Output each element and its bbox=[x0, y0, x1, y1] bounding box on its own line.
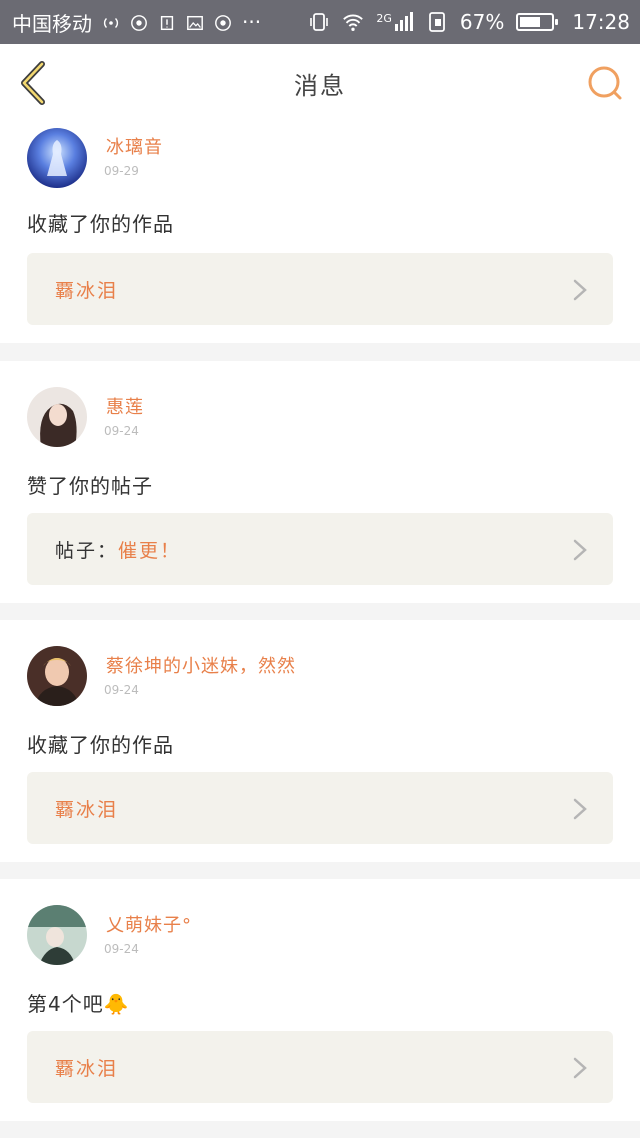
carrier-label: 中国移动 bbox=[12, 11, 92, 36]
more-notifications: ··· bbox=[242, 10, 262, 34]
chevron-left-icon bbox=[21, 61, 45, 105]
image-icon bbox=[186, 13, 204, 31]
vibrate-icon bbox=[308, 11, 330, 33]
referenced-item[interactable]: 覉冰泪 bbox=[27, 1031, 613, 1103]
username[interactable]: 乂萌妹子° bbox=[106, 911, 192, 937]
avatar[interactable] bbox=[27, 387, 87, 447]
sim-icon bbox=[426, 11, 448, 33]
battery-icon bbox=[516, 13, 559, 31]
ref-title: 覉冰泪 bbox=[55, 279, 119, 302]
referenced-item[interactable]: 帖子： 催更！ bbox=[27, 513, 613, 585]
ref-title: 覉冰泪 bbox=[55, 798, 119, 821]
chevron-right-icon bbox=[573, 798, 587, 820]
message-action: 赞了你的帖子 bbox=[27, 474, 153, 498]
status-bar: 中国移动 ··· 2G 67% 17:28 bbox=[0, 0, 640, 44]
app-notification-icon bbox=[130, 13, 148, 31]
username[interactable]: 冰璃音 bbox=[106, 133, 163, 159]
message-card: 冰璃音 09-29 收藏了你的作品 覉冰泪 bbox=[0, 119, 640, 343]
chevron-right-icon bbox=[573, 1057, 587, 1079]
search-button[interactable] bbox=[586, 64, 624, 102]
page-title: 消息 bbox=[294, 71, 346, 100]
back-button[interactable] bbox=[14, 60, 54, 106]
ref-label: 帖子： bbox=[55, 539, 119, 562]
message-action: 收藏了你的作品 bbox=[27, 733, 174, 757]
message-date: 09-24 bbox=[104, 424, 139, 438]
download-warning-icon bbox=[158, 13, 176, 31]
message-action: 第4个吧🐥 bbox=[27, 992, 130, 1016]
ref-title: 催更！ bbox=[118, 539, 182, 562]
referenced-item[interactable]: 覉冰泪 bbox=[27, 253, 613, 325]
avatar[interactable] bbox=[27, 905, 87, 965]
message-date: 09-24 bbox=[104, 942, 139, 956]
message-date: 09-24 bbox=[104, 683, 139, 697]
username[interactable]: 蔡徐坤的小迷妹，然然 bbox=[106, 652, 296, 678]
battery-percent: 67% bbox=[459, 10, 505, 34]
avatar[interactable] bbox=[27, 128, 87, 188]
ref-title: 覉冰泪 bbox=[55, 1057, 119, 1080]
message-card: 惠莲 09-24 赞了你的帖子 帖子： 催更！ bbox=[0, 361, 640, 603]
username[interactable]: 惠莲 bbox=[106, 393, 144, 419]
chevron-right-icon bbox=[573, 539, 587, 561]
referenced-item[interactable]: 覉冰泪 bbox=[27, 772, 613, 844]
app-notification-icon-2 bbox=[214, 13, 232, 31]
message-action: 收藏了你的作品 bbox=[27, 212, 174, 236]
search-icon bbox=[588, 66, 622, 100]
cell-signal-icon: 2G bbox=[376, 12, 414, 32]
signal-broadcast-icon bbox=[102, 13, 120, 31]
avatar[interactable] bbox=[27, 646, 87, 706]
clock: 17:28 bbox=[572, 10, 630, 34]
message-card: 蔡徐坤的小迷妹，然然 09-24 收藏了你的作品 覉冰泪 bbox=[0, 620, 640, 862]
header-bar: 消息 bbox=[0, 44, 640, 123]
message-card: 乂萌妹子° 09-24 第4个吧🐥 覉冰泪 bbox=[0, 879, 640, 1121]
message-date: 09-29 bbox=[104, 164, 139, 178]
chevron-right-icon bbox=[573, 279, 587, 301]
wifi-icon bbox=[342, 11, 364, 33]
